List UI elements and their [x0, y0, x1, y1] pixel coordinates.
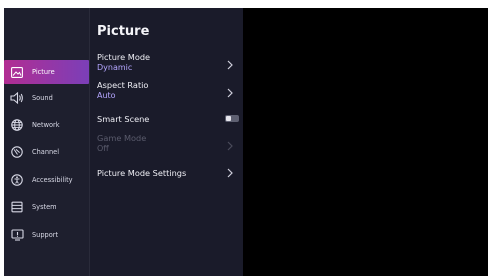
option-label: Aspect Ratio — [97, 80, 149, 90]
option-value: Dynamic — [97, 63, 133, 72]
globe-icon — [10, 118, 24, 132]
chevron-right-icon — [223, 58, 237, 72]
sidebar-item-label: System — [32, 203, 57, 211]
sidebar-item-support[interactable]: Support — [4, 223, 89, 247]
option-label: Picture Mode — [97, 52, 151, 62]
sidebar-item-sound[interactable]: Sound — [4, 86, 89, 110]
picture-mode-settings-option[interactable]: Picture Mode Settings — [97, 168, 243, 178]
accessibility-icon — [10, 173, 24, 187]
toggle-knob — [226, 116, 231, 121]
chevron-right-icon — [223, 166, 237, 180]
option-label: Smart Scene — [97, 114, 150, 124]
sidebar-item-label: Accessibility — [32, 176, 73, 184]
sidebar-item-system[interactable]: System — [4, 195, 89, 219]
support-icon — [10, 228, 24, 242]
picture-icon — [10, 65, 24, 79]
aspect-ratio-option[interactable]: Aspect Ratio Auto — [97, 80, 243, 100]
picture-preview-area — [243, 8, 488, 276]
page-title: Picture — [97, 24, 150, 39]
sidebar-item-picture[interactable]: Picture — [4, 60, 89, 84]
settings-sidebar: Picture Sound Network Channel Accessibil — [4, 8, 90, 276]
sidebar-item-label: Channel — [32, 148, 60, 156]
option-label: Game Mode — [97, 133, 147, 143]
sidebar-item-channel[interactable]: Channel — [4, 140, 89, 164]
sidebar-item-accessibility[interactable]: Accessibility — [4, 168, 89, 192]
option-value: Off — [97, 144, 109, 153]
system-icon — [10, 200, 24, 214]
sidebar-item-network[interactable]: Network — [4, 113, 89, 137]
speaker-icon — [10, 91, 24, 105]
option-value: Auto — [97, 91, 116, 100]
sidebar-item-label: Picture — [32, 68, 55, 76]
game-mode-option: Game Mode Off — [97, 133, 243, 153]
sidebar-item-label: Sound — [32, 94, 53, 102]
chevron-right-icon — [223, 139, 237, 153]
smart-scene-option[interactable]: Smart Scene — [97, 114, 243, 124]
chevron-right-icon — [223, 86, 237, 100]
sidebar-item-label: Network — [32, 121, 60, 129]
picture-settings-panel: Picture Picture Mode Dynamic Aspect Rati… — [90, 8, 243, 276]
option-label: Picture Mode Settings — [97, 168, 187, 178]
tv-settings-screen: Picture Sound Network Channel Accessibil — [4, 8, 488, 276]
smart-scene-toggle[interactable] — [225, 115, 239, 122]
antenna-icon — [10, 145, 24, 159]
sidebar-item-label: Support — [32, 231, 59, 239]
picture-mode-option[interactable]: Picture Mode Dynamic — [97, 52, 243, 72]
